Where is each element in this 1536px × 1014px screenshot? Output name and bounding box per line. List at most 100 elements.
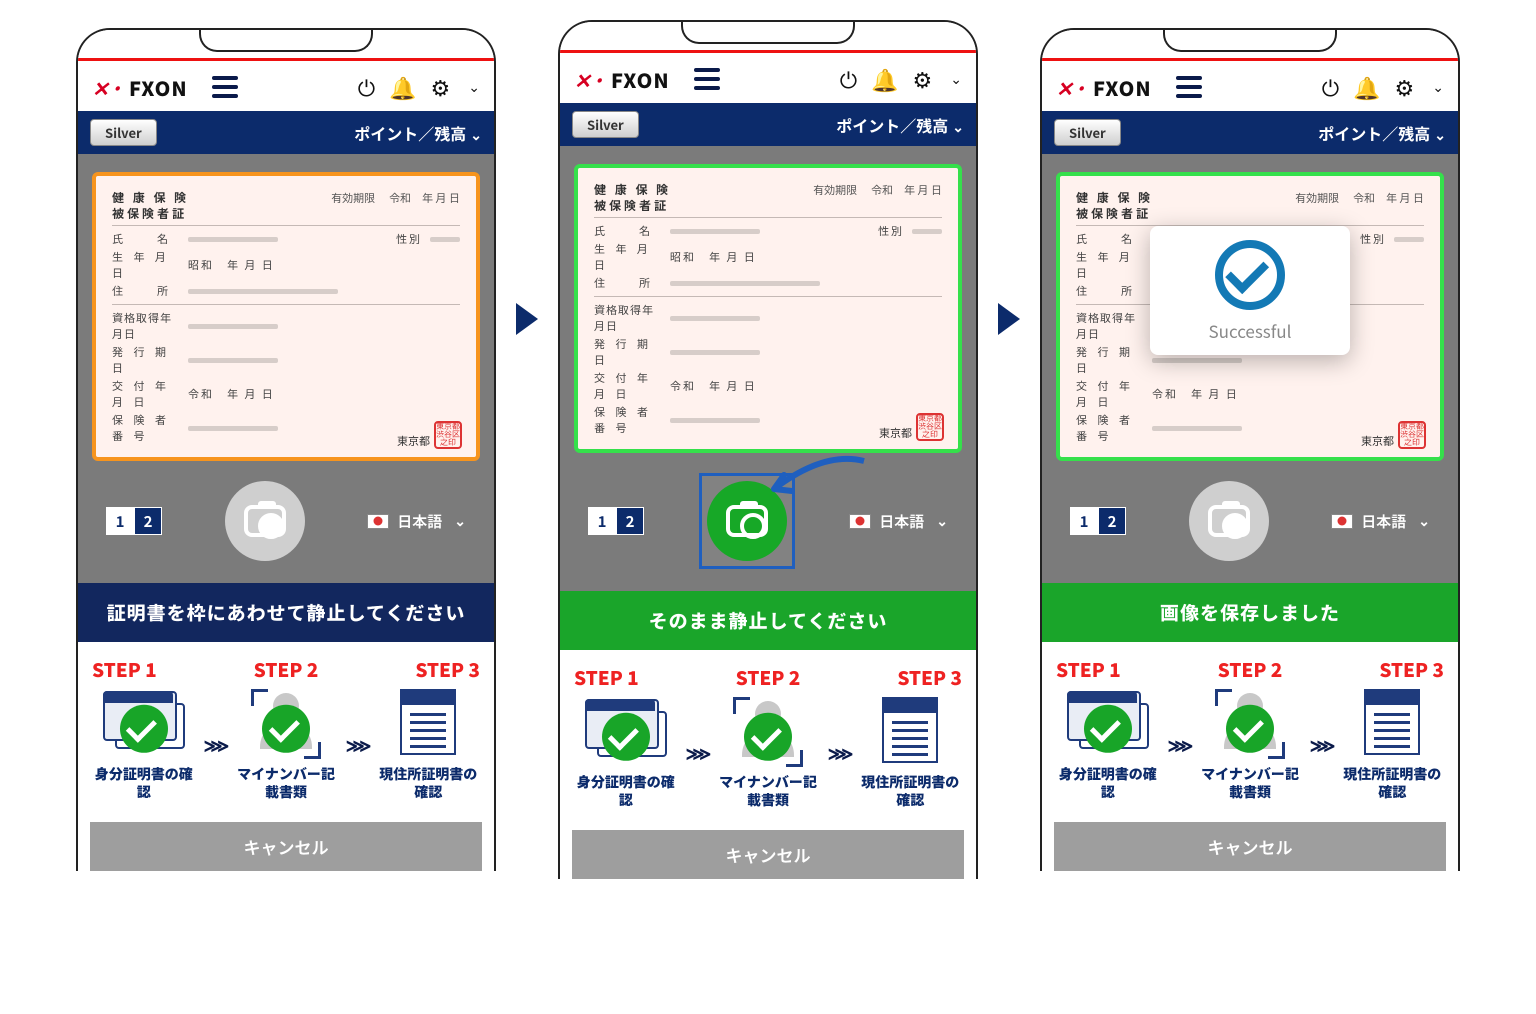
card-expiry: 有効期限令和 年 月 日 — [1295, 190, 1424, 221]
arrow-icon: ⋙ — [346, 732, 369, 758]
card-title: 健 康 保 険被保険者証 — [594, 182, 671, 213]
success-popup: Successful — [1150, 226, 1350, 355]
menu-icon[interactable] — [694, 68, 720, 90]
card-expiry: 有効期限令和 年 月 日 — [813, 182, 942, 213]
step-1-label: 身分証明書の確認 — [1052, 765, 1164, 801]
tier-badge: Silver — [572, 111, 639, 138]
step-3-label: 現住所証明書の確認 — [854, 773, 966, 809]
arrow-icon: ⋙ — [1168, 732, 1191, 758]
shutter-button[interactable] — [225, 481, 305, 561]
step-3-head: STEP 3 — [415, 656, 480, 683]
power-icon[interactable]: ⏻ — [1322, 71, 1339, 103]
check-icon — [262, 705, 310, 753]
arrow-icon: ⋙ — [204, 732, 227, 758]
chevron-down-icon[interactable]: ⌄ — [1432, 77, 1444, 97]
step-1-head: STEP 1 — [1056, 656, 1121, 683]
gear-icon[interactable]: ⚙ — [913, 63, 933, 95]
phone-frame: ✕·FXON ⏻ 🔔 ⚙ ⌄ Silver ポイント／残高⌄ 健 康 保 険被保… — [76, 28, 496, 871]
steps-panel: STEP 1 STEP 2 STEP 3 身分証明書の確認 ⋙ マイナンバー記載… — [78, 642, 494, 811]
arrow-icon: ⋙ — [1310, 732, 1333, 758]
bell-icon[interactable]: 🔔 — [1353, 71, 1380, 103]
menu-icon[interactable] — [1176, 76, 1202, 98]
brand-logo: ✕·FXON — [574, 65, 670, 94]
app-header: ✕·FXON ⏻ 🔔 ⚙ ⌄ — [1042, 61, 1458, 111]
success-text: Successful — [1160, 318, 1340, 343]
gear-icon[interactable]: ⚙ — [431, 71, 451, 103]
status-strip: Silver ポイント／残高⌄ — [560, 103, 976, 146]
status-strip: Silver ポイント／残高⌄ — [78, 111, 494, 154]
menu-icon[interactable] — [212, 76, 238, 98]
step-3-head: STEP 3 — [1379, 656, 1444, 683]
shutter-button[interactable] — [1189, 481, 1269, 561]
brand-logo: ✕·FXON — [92, 73, 188, 102]
hint-arrow-icon — [754, 451, 874, 511]
step-3-head: STEP 3 — [897, 664, 962, 691]
language-select[interactable]: 日本語⌄ — [849, 511, 948, 532]
step-1-head: STEP 1 — [92, 656, 157, 683]
steps-panel: STEP 1 STEP 2 STEP 3 身分証明書の確認 ⋙ マイナンバー記載… — [1042, 642, 1458, 811]
balance-toggle[interactable]: ポイント／残高⌄ — [354, 121, 482, 145]
cancel-button[interactable]: キャンセル — [90, 822, 482, 871]
check-icon — [1084, 705, 1132, 753]
camera-icon — [244, 505, 286, 537]
page-indicator[interactable]: 12 — [106, 507, 162, 535]
step-2-label: マイナンバー記載書類 — [1194, 765, 1306, 801]
step-2-label: マイナンバー記載書類 — [712, 773, 824, 809]
balance-toggle[interactable]: ポイント／残高⌄ — [836, 113, 964, 137]
steps-panel: STEP 1 STEP 2 STEP 3 身分証明書の確認 ⋙ マイナンバー記載… — [560, 650, 976, 819]
step-2-head: STEP 2 — [1218, 656, 1283, 683]
camera-icon — [1208, 505, 1250, 537]
page-indicator[interactable]: 12 — [588, 507, 644, 535]
app-header: ✕·FXON ⏻ 🔔 ⚙ ⌄ — [78, 61, 494, 111]
step-3-label: 現住所証明書の確認 — [372, 765, 484, 801]
jp-flag-icon — [367, 514, 389, 529]
brand-logo: ✕·FXON — [1056, 73, 1152, 102]
check-icon — [744, 713, 792, 761]
card-title: 健 康 保 険被保険者証 — [1076, 190, 1153, 221]
arrow-icon: ⋙ — [828, 740, 851, 766]
jp-flag-icon — [1331, 514, 1353, 529]
instruction-bar: 画像を保存しました — [1042, 583, 1458, 642]
step-2-head: STEP 2 — [254, 656, 319, 683]
phone-frame: ✕·FXON ⏻ 🔔 ⚙ ⌄ Silver ポイント／残高⌄ 健 康 保 険被保… — [558, 20, 978, 879]
balance-toggle[interactable]: ポイント／残高⌄ — [1318, 121, 1446, 145]
tier-badge: Silver — [90, 119, 157, 146]
cancel-button[interactable]: キャンセル — [1054, 822, 1446, 871]
card-title: 健 康 保 険被保険者証 — [112, 190, 189, 221]
cancel-button[interactable]: キャンセル — [572, 830, 964, 879]
step-1-label: 身分証明書の確認 — [570, 773, 682, 809]
step-2-label: マイナンバー記載書類 — [230, 765, 342, 801]
gear-icon[interactable]: ⚙ — [1395, 71, 1415, 103]
instruction-bar: そのまま静止してください — [560, 591, 976, 650]
step-1-label: 身分証明書の確認 — [88, 765, 200, 801]
power-icon[interactable]: ⏻ — [840, 63, 857, 95]
card-expiry: 有効期限令和 年 月 日 — [331, 190, 460, 221]
capture-frame: 健 康 保 険被保険者証 有効期限令和 年 月 日 氏 名性別 生 年 月 日昭… — [574, 164, 962, 453]
language-select[interactable]: 日本語⌄ — [1331, 511, 1430, 532]
jp-flag-icon — [849, 514, 871, 529]
tier-badge: Silver — [1054, 119, 1121, 146]
step-1-head: STEP 1 — [574, 664, 639, 691]
app-header: ✕·FXON ⏻ 🔔 ⚙ ⌄ — [560, 53, 976, 103]
power-icon[interactable]: ⏻ — [358, 71, 375, 103]
check-icon — [120, 705, 168, 753]
insurance-card: 健 康 保 険被保険者証 有効期限令和 年 月 日 氏 名性別 生 年 月 日昭… — [584, 174, 952, 443]
check-icon — [602, 713, 650, 761]
instruction-bar: 証明書を枠にあわせて静止してください — [78, 583, 494, 642]
bell-icon[interactable]: 🔔 — [389, 71, 416, 103]
chevron-down-icon[interactable]: ⌄ — [950, 69, 962, 89]
language-select[interactable]: 日本語⌄ — [367, 511, 466, 532]
capture-frame: 健 康 保 険被保険者証 有効期限令和 年 月 日 氏 名性別 生 年 月 日昭… — [92, 172, 480, 461]
status-strip: Silver ポイント／残高⌄ — [1042, 111, 1458, 154]
page-indicator[interactable]: 12 — [1070, 507, 1126, 535]
step-3-label: 現住所証明書の確認 — [1336, 765, 1448, 801]
sequence-arrow-icon — [998, 303, 1020, 335]
phone-frame: ✕·FXON ⏻ 🔔 ⚙ ⌄ Silver ポイント／残高⌄ 健 康 保 険被保… — [1040, 28, 1460, 871]
check-icon — [1226, 705, 1274, 753]
check-circle-icon — [1215, 240, 1285, 310]
chevron-down-icon[interactable]: ⌄ — [468, 77, 480, 97]
capture-frame: 健 康 保 険被保険者証 有効期限令和 年 月 日 氏 名性別 生 年 月 日昭… — [1056, 172, 1444, 461]
insurance-card: 健 康 保 険被保険者証 有効期限令和 年 月 日 氏 名性別 生 年 月 日昭… — [102, 182, 470, 451]
bell-icon[interactable]: 🔔 — [871, 63, 898, 95]
sequence-arrow-icon — [516, 303, 538, 335]
